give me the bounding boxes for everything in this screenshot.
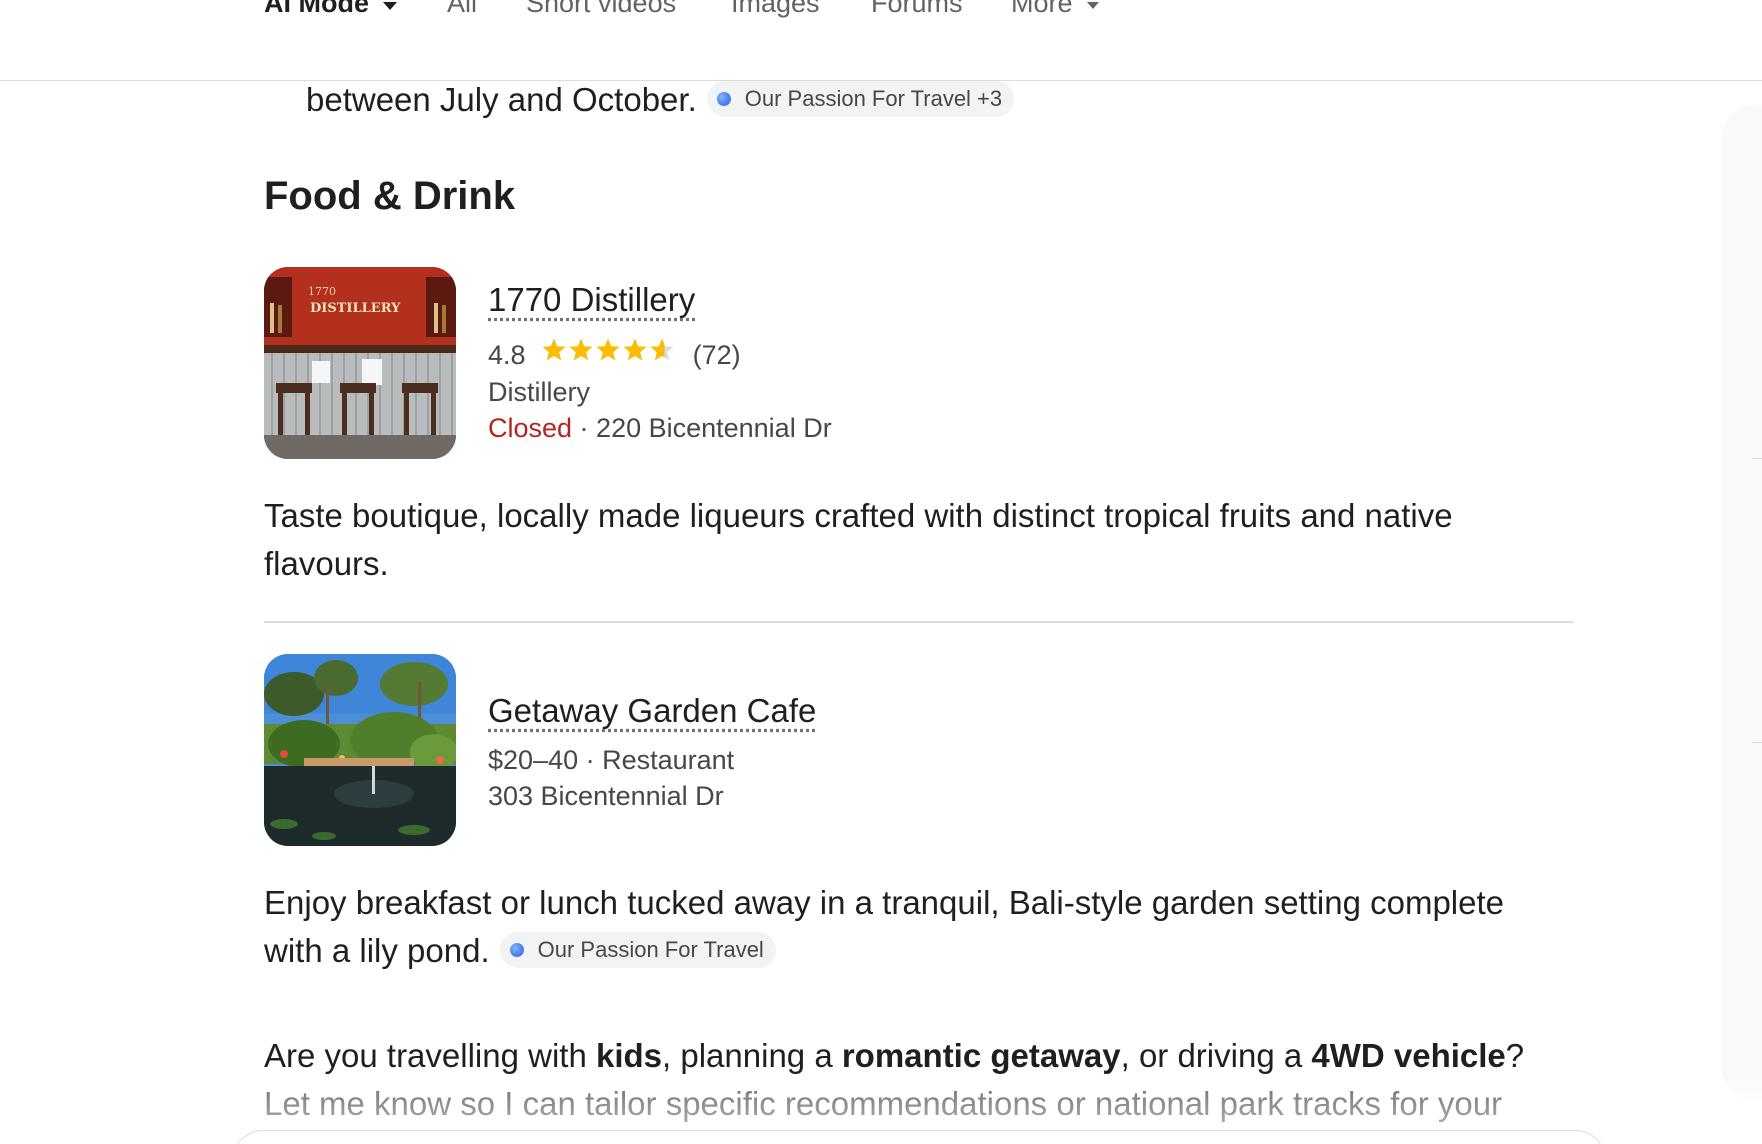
divider <box>264 621 1573 623</box>
tab-all[interactable]: All <box>447 0 477 19</box>
source-chip-label: Our Passion For Travel +3 <box>744 86 1003 112</box>
separator: · <box>572 413 597 443</box>
chevron-down-icon <box>1086 2 1099 9</box>
chevron-down-icon <box>383 1 397 10</box>
tab-label: AI Mode <box>264 0 369 18</box>
price-category-row: $20–40 · Restaurant <box>488 745 734 776</box>
distillery-bar-photo-icon: 1770 DISTILLERY <box>264 267 456 459</box>
bold-text: romantic getaway <box>841 1037 1121 1074</box>
paragraph-text: between July and October. <box>306 81 697 118</box>
description-text: Enjoy breakfast or lunch tucked away in … <box>264 884 1504 969</box>
place-description: Taste boutique, locally made liqueurs cr… <box>264 497 1453 582</box>
section-heading: Food & Drink <box>264 174 516 218</box>
tab-label: More <box>1011 0 1073 18</box>
follow-up-paragraph: Are you travelling with kids, planning a… <box>264 1032 1574 1128</box>
place-category: Restaurant <box>602 745 735 775</box>
review-count: (72) <box>692 340 741 370</box>
tab-more[interactable]: More <box>1011 0 1099 19</box>
star-rating-icon <box>542 338 674 361</box>
text-run: Are you travelling with <box>264 1037 596 1074</box>
svg-text:DISTILLERY: DISTILLERY <box>310 301 401 316</box>
tab-label: Images <box>731 0 820 18</box>
tab-ai-mode[interactable]: AI Mode <box>264 0 397 19</box>
rating-row: 4.8 (72) <box>488 337 741 373</box>
star-rating <box>541 337 677 370</box>
side-panel-divider <box>1752 742 1762 743</box>
bold-text: 4WD vehicle <box>1311 1037 1506 1074</box>
tab-short-videos[interactable]: Short videos <box>526 0 676 19</box>
source-chip[interactable]: Our Passion For Travel +3 <box>706 81 1015 118</box>
tab-images[interactable]: Images <box>731 0 820 19</box>
ask-input-box[interactable] <box>232 1130 1606 1144</box>
bold-text: kids <box>595 1037 663 1074</box>
garden-pond-photo-icon <box>264 654 456 846</box>
source-chip[interactable]: Our Passion For Travel <box>499 932 776 969</box>
place-address: 303 Bicentennial Dr <box>488 781 724 811</box>
place-category: Distillery <box>488 377 591 407</box>
previous-paragraph-tail: between July and October. Our Passion For… <box>306 77 1015 123</box>
place-name-link[interactable]: 1770 Distillery <box>488 281 695 319</box>
price-range: $20–40 <box>488 745 579 775</box>
place-name-link[interactable]: Getaway Garden Cafe <box>488 692 816 730</box>
rating-value: 4.8 <box>488 340 526 370</box>
tab-label: All <box>447 0 478 18</box>
svg-text:1770: 1770 <box>308 285 336 298</box>
tab-label: Forums <box>871 0 963 18</box>
cafe-photo[interactable] <box>264 654 456 846</box>
tab-forums[interactable]: Forums <box>871 0 963 19</box>
separator: · <box>578 745 603 775</box>
source-chip-label: Our Passion For Travel <box>537 937 764 963</box>
distillery-photo[interactable]: 1770 DISTILLERY <box>264 267 456 459</box>
page: AI Mode All Short videos Images Forums M… <box>0 0 1762 1144</box>
place-address: 220 Bicentennial Dr <box>596 413 832 443</box>
text-run: , planning a <box>662 1037 842 1074</box>
search-tabs-bar: AI Mode All Short videos Images Forums M… <box>0 0 1762 81</box>
side-panel-divider <box>1752 458 1762 459</box>
open-status: Closed <box>488 413 573 443</box>
side-panel <box>1722 105 1762 1100</box>
place-description: Enjoy breakfast or lunch tucked away in … <box>264 879 1564 975</box>
source-favicon-icon <box>509 943 524 958</box>
text-run: , or driving a <box>1120 1037 1312 1074</box>
status-address-row: Closed · 220 Bicentennial Dr <box>488 413 832 444</box>
tab-label: Short videos <box>526 0 677 18</box>
source-favicon-icon <box>716 92 731 107</box>
